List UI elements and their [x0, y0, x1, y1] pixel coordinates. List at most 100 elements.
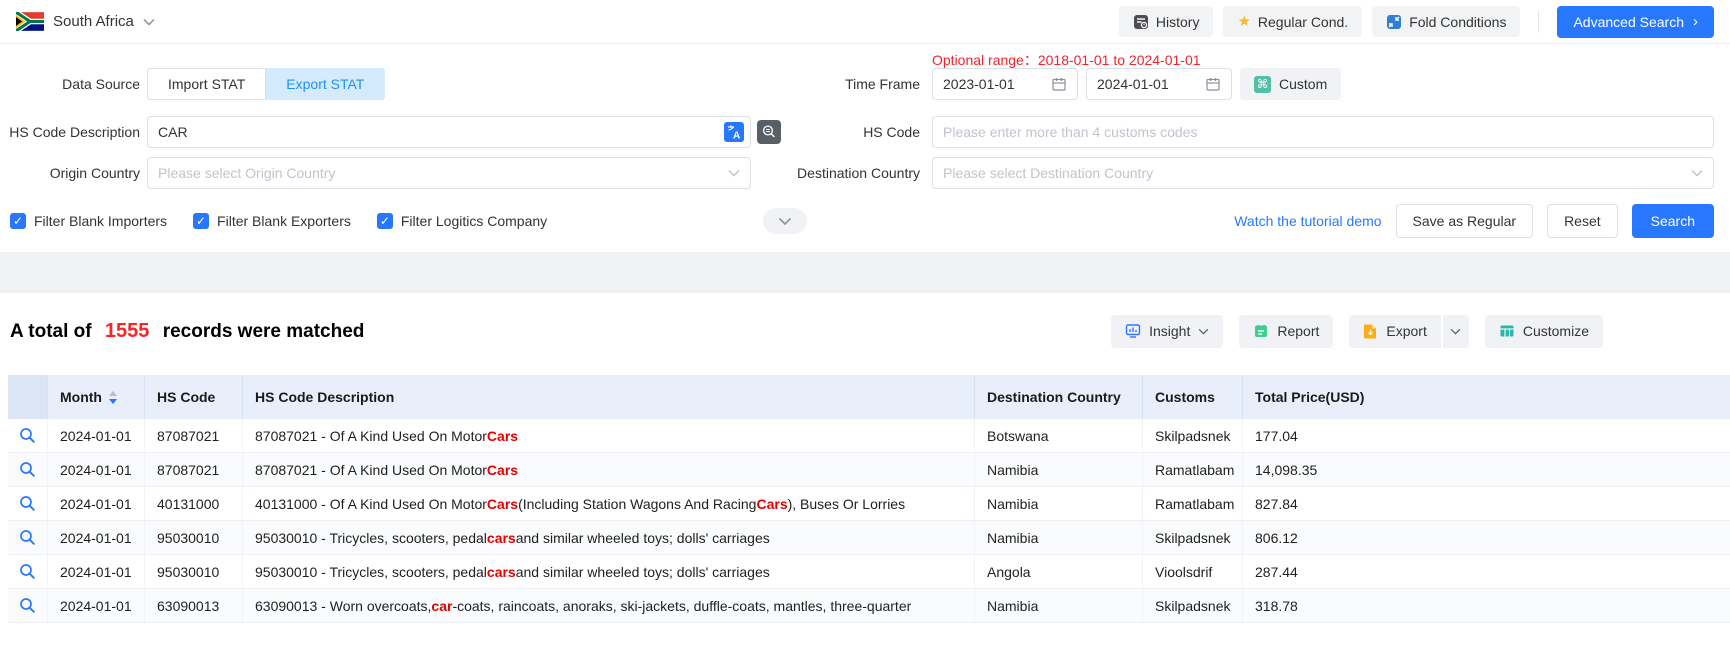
checkbox-label: Filter Blank Exporters — [217, 213, 351, 229]
keyword-highlight: cars — [487, 530, 516, 546]
results-panel: A total of 1555 records were matched Ins… — [0, 293, 1730, 647]
insight-chart-icon — [1125, 323, 1141, 339]
export-stat-tab[interactable]: Export STAT — [266, 68, 385, 100]
filter-checkbox[interactable]: ✓ Filter Blank Exporters — [193, 213, 351, 229]
reset-button[interactable]: Reset — [1547, 204, 1618, 238]
command-icon: ⌘ — [1254, 76, 1271, 93]
origin-country-select[interactable]: Please select Origin Country — [147, 157, 751, 189]
translate-icon[interactable]: A — [724, 122, 744, 142]
history-button[interactable]: History — [1119, 6, 1214, 37]
table-row: 2024-01-019503001095030010 - Tricycles, … — [8, 555, 1730, 589]
filter-checkbox[interactable]: ✓ Filter Logitics Company — [377, 213, 547, 229]
checkbox-checked-icon[interactable]: ✓ — [193, 213, 209, 229]
regular-cond-button[interactable]: ★ Regular Cond. — [1223, 6, 1362, 37]
search-icon[interactable] — [19, 597, 36, 614]
history-icon — [1133, 14, 1149, 30]
description-text: 95030010 - Tricycles, scooters, pedal — [255, 564, 487, 580]
description-text: -coats, raincoats, anoraks, ski-jackets,… — [452, 598, 911, 614]
cell-customs: Skilpadsnek — [1143, 521, 1243, 554]
table-header: Month HS Code HS Code Description Destin… — [8, 375, 1730, 419]
cell-month: 2024-01-01 — [48, 487, 145, 520]
export-options-button[interactable] — [1443, 315, 1469, 348]
cell-destination-country: Namibia — [975, 487, 1143, 520]
country-name: South Africa — [53, 13, 134, 30]
checkbox-checked-icon[interactable]: ✓ — [377, 213, 393, 229]
hs-desc-label: HS Code Description — [0, 116, 140, 148]
keyword-highlight: Cars — [487, 428, 518, 444]
south-africa-flag-icon — [16, 12, 44, 31]
expand-conditions-button[interactable] — [763, 208, 807, 234]
cell-hs-code: 63090013 — [145, 589, 243, 622]
report-button[interactable]: Report — [1239, 315, 1333, 348]
description-text: 40131000 - Of A Kind Used On Motor — [255, 496, 487, 512]
cell-total-price: 177.04 — [1243, 419, 1730, 452]
customize-label: Customize — [1523, 323, 1589, 339]
table-row: 2024-01-016309001363090013 - Worn overco… — [8, 589, 1730, 623]
search-icon[interactable] — [19, 427, 36, 444]
description-text: 87087021 - Of A Kind Used On Motor — [255, 428, 487, 444]
destination-country-select[interactable]: Please select Destination Country — [932, 157, 1714, 189]
sort-asc-caret[interactable] — [109, 391, 117, 396]
hs-code-placeholder: Please enter more than 4 customs codes — [943, 124, 1197, 140]
filter-checkbox[interactable]: ✓Filter Blank Importers — [10, 213, 167, 229]
exact-match-icon[interactable] — [757, 120, 781, 144]
date-from-input[interactable]: 2023-01-01 — [932, 68, 1078, 100]
search-icon[interactable] — [19, 495, 36, 512]
header-customs: Customs — [1143, 375, 1243, 419]
keyword-highlight: cars — [487, 564, 516, 580]
cell-month: 2024-01-01 — [48, 521, 145, 554]
advanced-search-button[interactable]: Advanced Search › — [1557, 6, 1714, 38]
cell-hs-code-description: 87087021 - Of A Kind Used On Motor Cars — [243, 419, 975, 452]
divider — [1538, 11, 1539, 33]
tutorial-demo-link[interactable]: Watch the tutorial demo — [1234, 213, 1381, 229]
hs-code-input[interactable]: Please enter more than 4 customs codes — [932, 116, 1714, 148]
cell-total-price: 827.84 — [1243, 487, 1730, 520]
cell-hs-code: 40131000 — [145, 487, 243, 520]
header-hs-code-description: HS Code Description — [243, 375, 975, 419]
search-icon[interactable] — [19, 563, 36, 580]
search-icon[interactable] — [19, 461, 36, 478]
date-to-input[interactable]: 2024-01-01 — [1086, 68, 1232, 100]
export-button[interactable]: Export — [1349, 315, 1440, 348]
search-button[interactable]: Search — [1632, 204, 1714, 238]
hs-desc-input[interactable]: CAR A — [147, 116, 751, 148]
sort-icon[interactable] — [109, 391, 117, 404]
data-source-toggle: Import STAT Export STAT — [147, 68, 385, 100]
cell-customs: Ramatlabam — [1143, 487, 1243, 520]
dest-country-label: Destination Country — [780, 157, 920, 189]
advanced-search-label: Advanced Search — [1573, 14, 1684, 30]
cell-customs: Skilpadsnek — [1143, 419, 1243, 452]
cell-destination-country: Angola — [975, 555, 1143, 588]
search-icon[interactable] — [19, 529, 36, 546]
custom-range-button[interactable]: ⌘ Custom — [1240, 68, 1341, 100]
total-suffix: records were matched — [163, 321, 365, 342]
description-text: ), Buses Or Lorries — [788, 496, 905, 512]
cell-destination-country: Namibia — [975, 589, 1143, 622]
table-row: 2024-01-018708702187087021 - Of A Kind U… — [8, 419, 1730, 453]
fold-conditions-button[interactable]: Fold Conditions — [1372, 6, 1520, 37]
checkbox-label: Filter Logitics Company — [401, 213, 547, 229]
sort-desc-caret[interactable] — [109, 399, 117, 404]
history-label: History — [1156, 14, 1200, 30]
keyword-highlight: car — [431, 598, 452, 614]
calendar-icon[interactable] — [1205, 76, 1221, 92]
keyword-highlight: Cars — [487, 496, 518, 512]
hs-code-label: HS Code — [780, 116, 920, 148]
chevron-right-icon: › — [1693, 13, 1698, 30]
calendar-icon[interactable] — [1051, 76, 1067, 92]
table-body: 2024-01-018708702187087021 - Of A Kind U… — [8, 419, 1730, 623]
date-to-value: 2024-01-01 — [1097, 76, 1169, 92]
checkbox-checked-icon[interactable]: ✓ — [10, 213, 26, 229]
customize-button[interactable]: Customize — [1485, 315, 1603, 348]
time-frame-label: Time Frame — [780, 68, 920, 100]
customize-columns-icon — [1499, 323, 1515, 339]
cell-customs: Ramatlabam — [1143, 453, 1243, 486]
insight-button[interactable]: Insight — [1111, 315, 1223, 348]
chevron-down-icon — [1198, 328, 1209, 335]
cell-customs: Vioolsdrif — [1143, 555, 1243, 588]
import-stat-tab[interactable]: Import STAT — [147, 68, 266, 100]
header-month[interactable]: Month — [48, 375, 145, 419]
country-selector[interactable]: South Africa — [16, 12, 155, 31]
save-as-regular-button[interactable]: Save as Regular — [1396, 204, 1534, 238]
export-split-button: Export — [1349, 315, 1468, 348]
